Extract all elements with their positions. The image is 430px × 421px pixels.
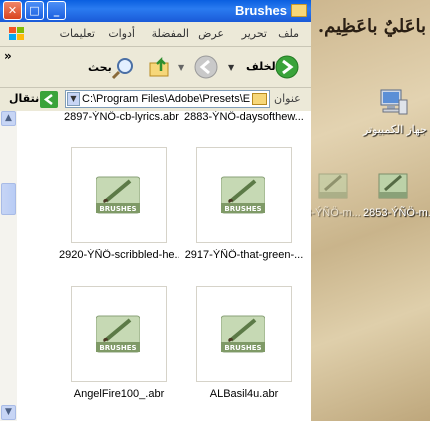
desktop-icon-my-computer[interactable]: جهاز الكمبيوتر [363, 86, 427, 136]
go-label[interactable]: انتقال [9, 92, 43, 105]
explorer-window: ✕ □ _ Brushes ملف تحرير عرض المفضلة أدوا… [0, 0, 311, 421]
scroll-up-button[interactable]: ▲ [1, 111, 16, 126]
brushes-file-icon: BRUSHES [96, 315, 140, 353]
desktop-wallpaper-text: باعَليٌ باعَظِيم. [317, 16, 426, 37]
window-title: Brushes [234, 3, 287, 18]
file-name: ALBasil4u.abr [209, 388, 279, 400]
file-item[interactable]: BRUSHES 2917-ÝÑÖ-that-green-... [184, 147, 304, 261]
menu-view[interactable]: عرض [198, 27, 224, 40]
vertical-scrollbar[interactable]: ▲ ▼ [0, 111, 18, 421]
brushes-file-icon: BRUSHES [96, 176, 140, 214]
desktop: باعَليٌ باعَظِيم. جهاز الكمبيوتر 2853-ÝÑ… [305, 0, 430, 421]
desktop-icon-label: جهاز الكمبيوتر [363, 124, 427, 136]
minimize-button[interactable]: _ [47, 1, 66, 20]
brushes-badge-text: BRUSHES [224, 205, 261, 213]
desktop-icon-brush-file-dragging[interactable]: 3-ÝÑÖ-m... [303, 170, 363, 219]
chevron-down-icon[interactable]: ▼ [228, 63, 234, 72]
file-list: 2897-ÝNÖ-cb-lyrics.abr 2883-ÝNÖ-daysofth… [17, 111, 311, 421]
search-label[interactable]: بحث [88, 61, 112, 74]
menu-bar: ملف تحرير عرض المفضلة أدوات تعليمات [0, 22, 311, 47]
desktop-icon-brush-file[interactable]: 2853-ÝÑÖ-m... [363, 170, 430, 219]
folder-icon [252, 93, 267, 105]
windows-logo-icon [9, 27, 24, 40]
file-item[interactable]: BRUSHES 2920-ÝÑÖ-scribbled-he... [59, 147, 179, 261]
address-bar: انتقال ▼ C:\Program Files\Adobe\Presets\… [0, 88, 311, 112]
file-name: 2920-ÝÑÖ-scribbled-he... [59, 249, 179, 261]
address-path: C:\Program Files\Adobe\Presets\E [82, 93, 251, 105]
brushes-file-icon: BRUSHES [221, 176, 265, 214]
file-name: 2917-ÝÑÖ-that-green-... [184, 249, 304, 261]
toolbar: » بحث ▼ ▼ الخلف [0, 47, 311, 88]
file-name: AngelFire100_.abr [73, 388, 165, 400]
brushes-file-icon [318, 173, 348, 199]
brushes-file-icon [378, 173, 408, 199]
scroll-down-button[interactable]: ▼ [1, 405, 16, 420]
file-item[interactable]: BRUSHES AngelFire100_.abr [59, 286, 179, 400]
file-thumbnail: BRUSHES [71, 147, 167, 243]
brushes-file-icon: BRUSHES [221, 315, 265, 353]
search-icon[interactable] [110, 55, 136, 81]
computer-icon [380, 89, 408, 115]
menu-edit[interactable]: تحرير [242, 27, 267, 40]
folder-icon [291, 4, 307, 17]
file-thumbnail: BRUSHES [71, 286, 167, 382]
file-item[interactable]: BRUSHES ALBasil4u.abr [184, 286, 304, 400]
brushes-badge-text: BRUSHES [99, 344, 136, 352]
file-name-partial[interactable]: 2883-ÝNÖ-daysofthew... [184, 111, 304, 123]
scroll-thumb[interactable] [1, 183, 16, 215]
forward-arrow-icon[interactable] [193, 54, 219, 80]
menu-tools[interactable]: أدوات [108, 27, 135, 40]
desktop-icon-label: 3-ÝÑÖ-m... [305, 207, 361, 219]
maximize-button[interactable]: □ [25, 1, 44, 20]
back-arrow-icon[interactable] [274, 54, 300, 80]
address-input[interactable]: ▼ C:\Program Files\Adobe\Presets\E [65, 90, 270, 108]
folder-up-icon[interactable] [148, 55, 172, 79]
file-thumbnail: BRUSHES [196, 147, 292, 243]
menu-favorites[interactable]: المفضلة [152, 27, 189, 40]
menu-help[interactable]: تعليمات [60, 27, 95, 40]
address-label: عنوان [274, 92, 301, 105]
file-thumbnail: BRUSHES [196, 286, 292, 382]
chevron-overflow-icon[interactable]: » [4, 49, 12, 63]
menu-file[interactable]: ملف [278, 27, 299, 40]
desktop-icon-label: 2853-ÝÑÖ-m... [363, 207, 430, 219]
file-name-partial[interactable]: 2897-ÝNÖ-cb-lyrics.abr [64, 111, 179, 123]
close-button[interactable]: ✕ [3, 1, 22, 20]
brushes-badge-text: BRUSHES [99, 205, 136, 213]
brushes-badge-text: BRUSHES [224, 344, 261, 352]
title-bar[interactable]: ✕ □ _ Brushes [0, 0, 311, 22]
chevron-down-icon[interactable]: ▼ [178, 63, 184, 72]
chevron-down-icon[interactable]: ▼ [67, 92, 80, 106]
go-arrow-icon[interactable] [40, 91, 58, 108]
